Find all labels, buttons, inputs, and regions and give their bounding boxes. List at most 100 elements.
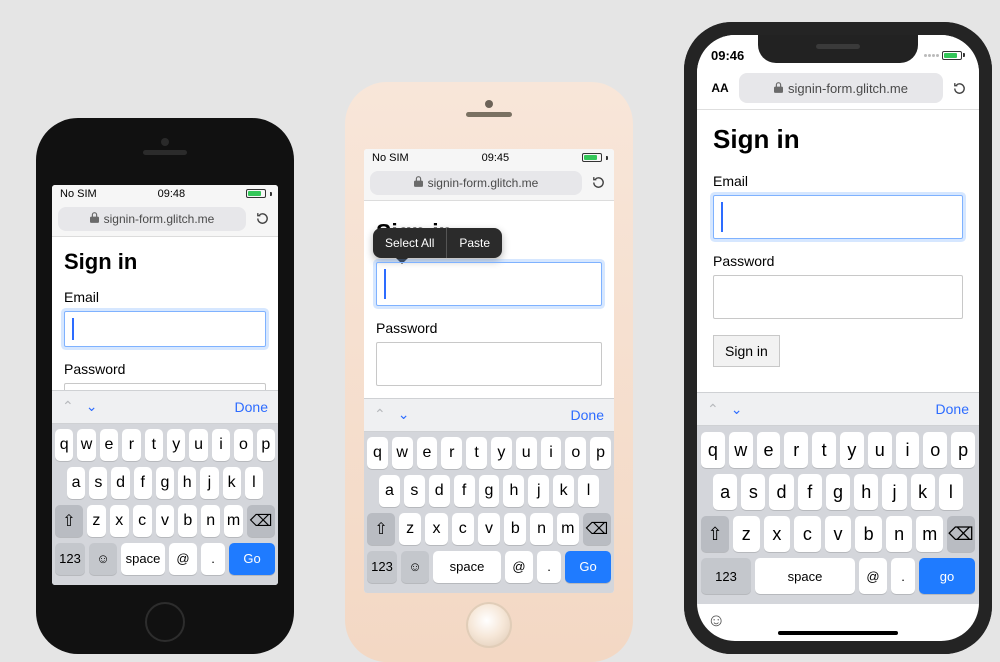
space-key[interactable]: space: [121, 543, 165, 575]
key-s[interactable]: s: [89, 467, 107, 499]
key-u[interactable]: u: [189, 429, 207, 461]
refresh-icon[interactable]: [588, 175, 608, 190]
shift-key[interactable]: ⇧: [55, 505, 83, 537]
key-e[interactable]: e: [100, 429, 118, 461]
key-f[interactable]: f: [798, 474, 822, 510]
key-b[interactable]: b: [504, 513, 526, 545]
key-x[interactable]: x: [425, 513, 447, 545]
emoji-key[interactable]: ☺: [401, 551, 429, 583]
key-a[interactable]: a: [379, 475, 400, 507]
prev-field-icon[interactable]: ⌃: [374, 406, 386, 423]
key-d[interactable]: d: [769, 474, 793, 510]
key-q[interactable]: q: [55, 429, 73, 461]
key-r[interactable]: r: [122, 429, 140, 461]
key-a[interactable]: a: [67, 467, 85, 499]
key-d[interactable]: d: [111, 467, 129, 499]
key-r[interactable]: r: [441, 437, 462, 469]
key-s[interactable]: s: [741, 474, 765, 510]
emoji-key[interactable]: ☺: [707, 610, 725, 631]
key-a[interactable]: a: [713, 474, 737, 510]
key-c[interactable]: c: [133, 505, 152, 537]
key-i[interactable]: i: [541, 437, 562, 469]
key-j[interactable]: j: [200, 467, 218, 499]
ctx-paste[interactable]: Paste: [447, 228, 502, 258]
address-bar[interactable]: signin-form.glitch.me: [364, 167, 614, 201]
refresh-icon[interactable]: [949, 81, 969, 96]
key-n[interactable]: n: [530, 513, 552, 545]
key-f[interactable]: f: [454, 475, 475, 507]
prev-field-icon[interactable]: ⌃: [62, 398, 74, 415]
key-l[interactable]: l: [245, 467, 263, 499]
refresh-icon[interactable]: [252, 211, 272, 226]
password-field[interactable]: [376, 342, 602, 386]
key-y[interactable]: y: [840, 432, 864, 468]
key-r[interactable]: r: [784, 432, 808, 468]
key-v[interactable]: v: [156, 505, 175, 537]
key-t[interactable]: t: [812, 432, 836, 468]
key-v[interactable]: v: [825, 516, 852, 552]
key-b[interactable]: b: [855, 516, 882, 552]
numeric-key[interactable]: 123: [367, 551, 397, 583]
dot-key[interactable]: .: [891, 558, 915, 594]
key-n[interactable]: n: [886, 516, 913, 552]
backspace-key[interactable]: ⌫: [947, 516, 975, 552]
key-q[interactable]: q: [367, 437, 388, 469]
key-w[interactable]: w: [392, 437, 413, 469]
shift-key[interactable]: ⇧: [701, 516, 729, 552]
next-field-icon[interactable]: ⌄: [398, 406, 410, 423]
key-u[interactable]: u: [516, 437, 537, 469]
key-c[interactable]: c: [452, 513, 474, 545]
home-indicator[interactable]: [778, 631, 898, 635]
key-t[interactable]: t: [145, 429, 163, 461]
key-e[interactable]: e: [417, 437, 438, 469]
key-o[interactable]: o: [923, 432, 947, 468]
ctx-select-all[interactable]: Select All: [373, 228, 446, 258]
shift-key[interactable]: ⇧: [367, 513, 395, 545]
at-key[interactable]: @: [505, 551, 533, 583]
password-field[interactable]: [713, 275, 963, 319]
address-bar[interactable]: AA signin-form.glitch.me: [697, 69, 979, 110]
prev-field-icon[interactable]: ⌃: [707, 401, 719, 418]
emoji-key[interactable]: ☺: [89, 543, 117, 575]
space-key[interactable]: space: [433, 551, 501, 583]
key-q[interactable]: q: [701, 432, 725, 468]
key-u[interactable]: u: [868, 432, 892, 468]
dot-key[interactable]: .: [537, 551, 561, 583]
key-g[interactable]: g: [826, 474, 850, 510]
numeric-key[interactable]: 123: [55, 543, 85, 575]
signin-button[interactable]: Sign in: [713, 335, 780, 367]
key-h[interactable]: h: [178, 467, 196, 499]
key-p[interactable]: p: [951, 432, 975, 468]
key-t[interactable]: t: [466, 437, 487, 469]
key-y[interactable]: y: [491, 437, 512, 469]
go-key[interactable]: Go: [229, 543, 275, 575]
keyboard-done[interactable]: Done: [571, 407, 604, 423]
next-field-icon[interactable]: ⌄: [731, 401, 743, 418]
numeric-key[interactable]: 123: [701, 558, 751, 594]
key-m[interactable]: m: [557, 513, 579, 545]
key-l[interactable]: l: [939, 474, 963, 510]
email-field[interactable]: [713, 195, 963, 239]
text-size-button[interactable]: AA: [707, 81, 733, 95]
home-button[interactable]: [145, 602, 185, 642]
key-y[interactable]: y: [167, 429, 185, 461]
key-c[interactable]: c: [794, 516, 821, 552]
key-s[interactable]: s: [404, 475, 425, 507]
key-m[interactable]: m: [224, 505, 243, 537]
password-field[interactable]: [64, 383, 266, 390]
key-j[interactable]: j: [882, 474, 906, 510]
key-x[interactable]: x: [764, 516, 791, 552]
space-key[interactable]: space: [755, 558, 855, 594]
key-l[interactable]: l: [578, 475, 599, 507]
keyboard-done[interactable]: Done: [936, 401, 969, 417]
key-n[interactable]: n: [201, 505, 220, 537]
key-i[interactable]: i: [896, 432, 920, 468]
key-g[interactable]: g: [156, 467, 174, 499]
key-v[interactable]: v: [478, 513, 500, 545]
key-o[interactable]: o: [234, 429, 252, 461]
go-key[interactable]: go: [919, 558, 975, 594]
key-p[interactable]: p: [257, 429, 275, 461]
key-w[interactable]: w: [77, 429, 95, 461]
key-k[interactable]: k: [223, 467, 241, 499]
go-key[interactable]: Go: [565, 551, 611, 583]
